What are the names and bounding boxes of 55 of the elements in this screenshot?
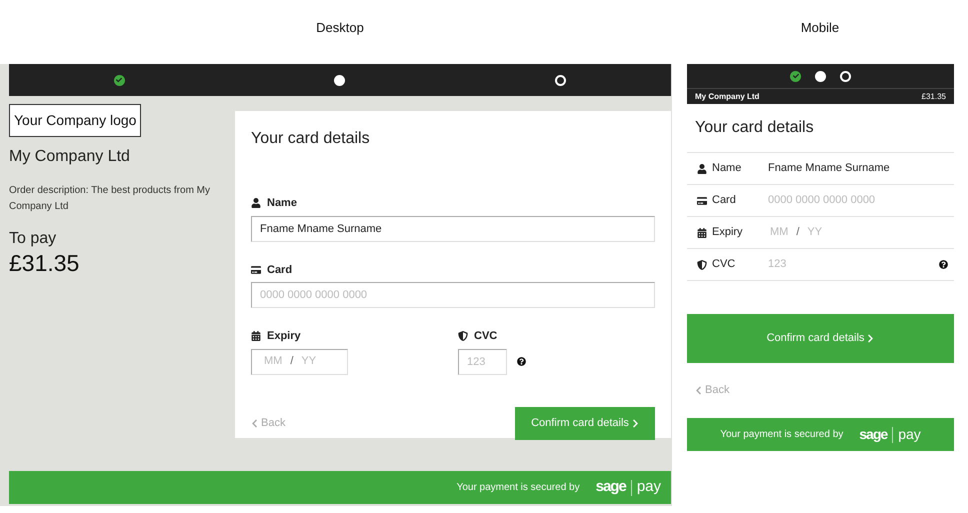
person-icon [697,164,707,174]
field-label: CVC [712,257,736,272]
column-heading: Mobile [800,19,840,38]
cvc-field[interactable]: 123 [768,256,939,273]
card-number-field[interactable]: 0000 0000 0000 0000 [251,282,655,308]
shield-icon [458,331,468,342]
amount: £31.35 [922,90,946,102]
shield-icon [697,260,707,270]
field-label: Name [712,161,742,176]
date-separator: / [290,354,294,370]
security-text: Your payment is secured by [720,428,844,442]
form-title: Your card details [251,129,371,149]
to-pay-label: To pay [9,229,58,249]
form-title: Your card details [687,104,954,153]
name-field[interactable]: Fname Mname Surname [251,216,655,242]
logo-text: sage [596,477,626,498]
company-logo: Your Company logo [9,104,142,137]
credit-card-icon [251,264,261,275]
logo-text: pay [898,425,921,444]
calendar-icon [251,331,261,342]
month-placeholder: MM [264,354,282,370]
month-placeholder: MM [770,225,788,240]
chevron-left-icon [251,418,258,428]
chevron-right-icon [867,334,874,343]
field-label: Expiry [712,225,743,240]
company-name: My Company Ltd [695,90,760,102]
security-text: Your payment is secured by [456,481,580,495]
expiry-field[interactable]: MM / YY [251,348,348,374]
card-number-field[interactable]: 0000 0000 0000 0000 [768,192,954,209]
person-icon [251,198,261,208]
confirm-button[interactable]: Confirm card details [687,314,954,363]
year-placeholder: YY [807,225,822,240]
field-label: Expiry [267,329,301,344]
field-label: Name [267,196,297,211]
field-label: Card [267,262,292,278]
cvc-field[interactable]: 123 [458,348,507,374]
logo-text: pay [636,477,661,498]
amount: £31.35 [9,249,80,277]
order-description: Order description: The best products from My Company Ltd [9,184,212,214]
field-label: CVC [474,329,498,344]
help-icon[interactable] [517,357,526,366]
company-name: My Company Ltd [9,147,131,167]
year-placeholder: YY [301,354,316,370]
field-label: Card [712,193,736,208]
chevron-right-icon [632,418,639,428]
name-field[interactable]: Fname Mname Surname [768,160,954,177]
help-icon[interactable] [939,260,948,269]
expiry-field[interactable]: MM / YY [768,224,954,241]
confirm-button[interactable]: Confirm card details [515,406,655,440]
column-heading: Desktop [316,19,364,38]
logo-text: sage [859,425,888,444]
date-separator: / [796,225,800,240]
credit-card-icon [697,196,707,206]
calendar-icon [697,228,707,238]
chevron-left-icon [695,386,702,395]
